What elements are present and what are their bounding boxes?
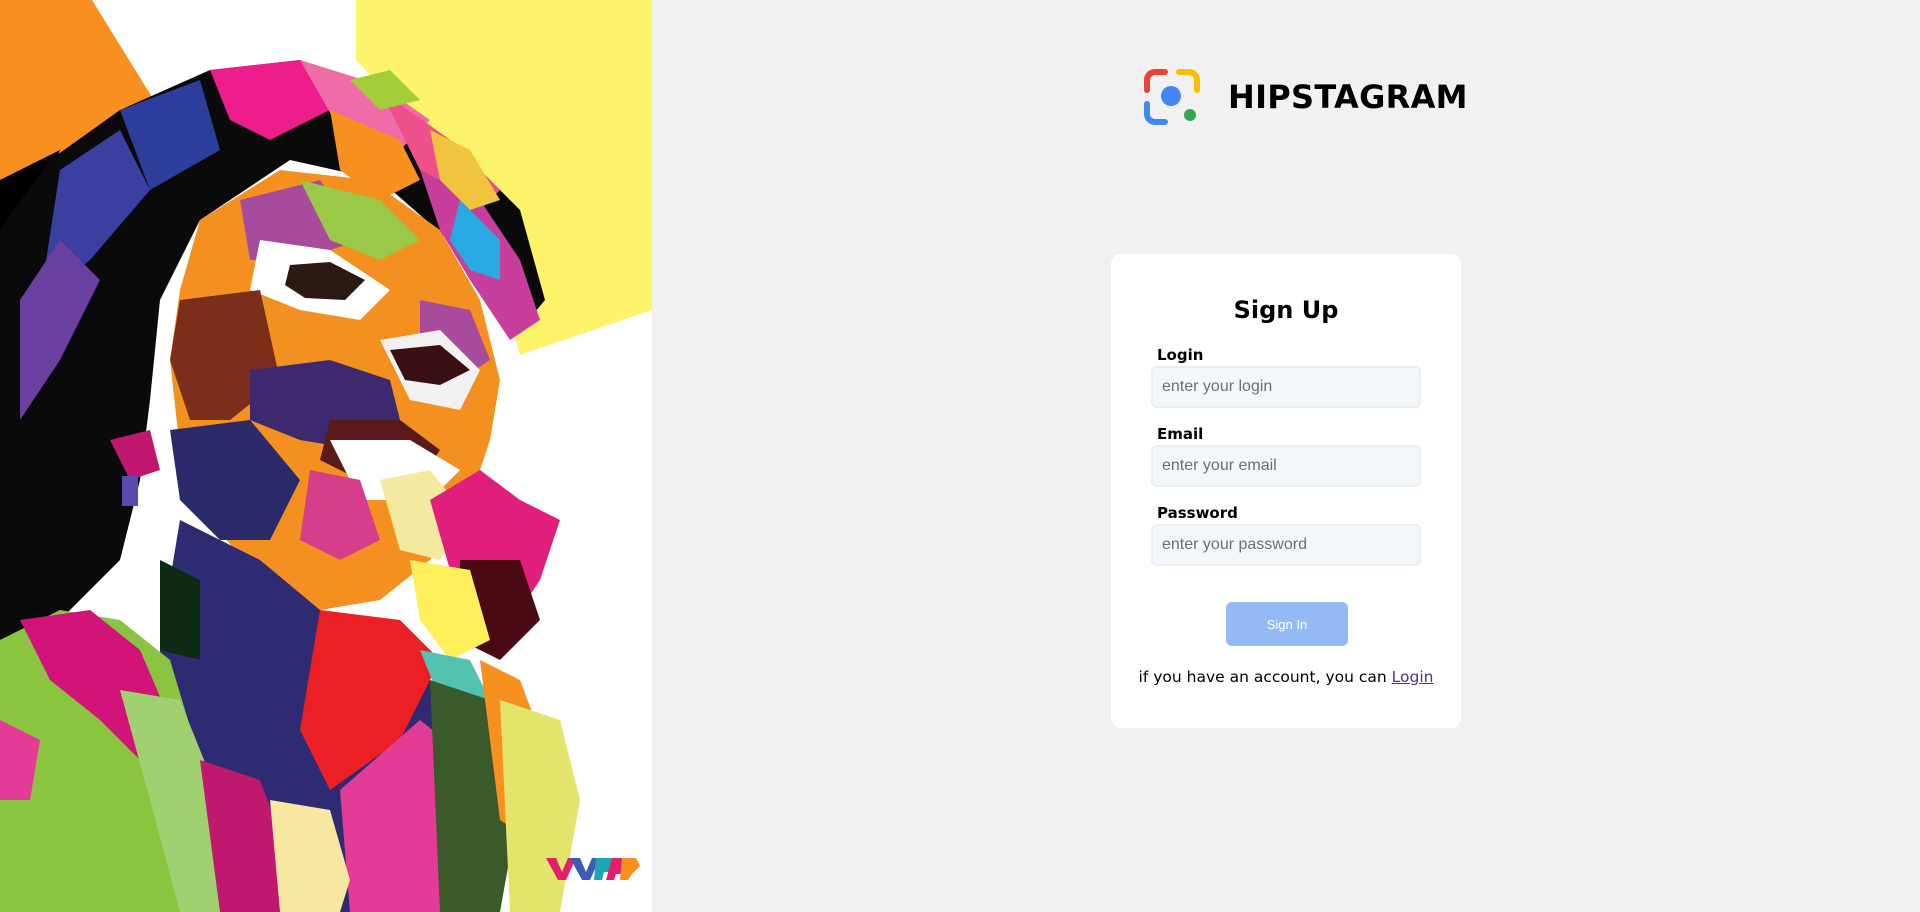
signup-card: Sign Up Login Email Password Sign In if … xyxy=(1111,254,1461,728)
sign-in-button[interactable]: Sign In xyxy=(1226,602,1348,646)
password-input[interactable] xyxy=(1151,524,1421,566)
signup-page: HIPSTAGRAM Sign Up Login Email Password … xyxy=(0,0,1920,912)
login-prompt: if you have an account, you can Login xyxy=(1111,668,1461,686)
login-prompt-text: if you have an account, you can xyxy=(1138,668,1387,686)
login-input[interactable] xyxy=(1151,366,1421,408)
app-name: HIPSTAGRAM xyxy=(1228,78,1468,116)
brand-header: HIPSTAGRAM xyxy=(1143,67,1468,127)
email-input[interactable] xyxy=(1151,445,1421,487)
hero-artwork xyxy=(0,0,652,912)
email-field-group: Email xyxy=(1151,425,1421,487)
login-label: Login xyxy=(1157,346,1204,364)
login-link[interactable]: Login xyxy=(1392,668,1434,686)
auth-panel: HIPSTAGRAM Sign Up Login Email Password … xyxy=(652,0,1920,912)
email-label: Email xyxy=(1157,425,1204,443)
lens-logo-icon xyxy=(1144,69,1200,125)
password-label: Password xyxy=(1157,504,1238,522)
portrait-illustration xyxy=(0,0,652,912)
login-field-group: Login xyxy=(1151,346,1421,408)
form-title: Sign Up xyxy=(1233,296,1339,324)
password-field-group: Password xyxy=(1151,504,1421,566)
